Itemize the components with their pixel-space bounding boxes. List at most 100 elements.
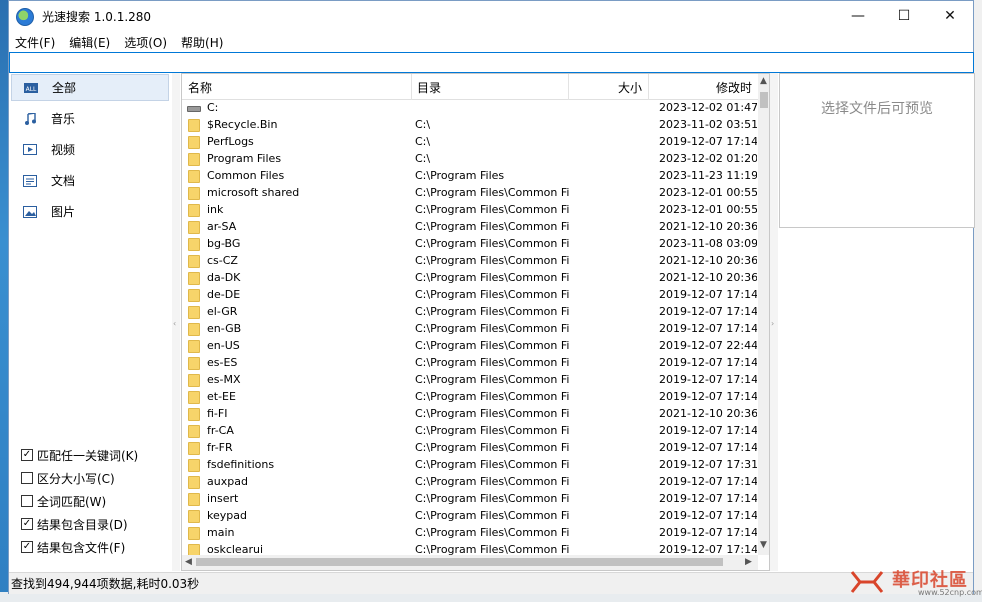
- category-all[interactable]: ALL 全部: [11, 74, 169, 101]
- table-row[interactable]: $Recycle.Bin C:\ 2023-11-02 03:51:3: [182, 117, 758, 134]
- table-row[interactable]: el-GR C:\Program Files\Common Fil... 2019-…: [182, 304, 758, 321]
- option-label: 区分大小写(C): [37, 471, 115, 486]
- image-icon: [23, 205, 37, 218]
- table-row[interactable]: bg-BG C:\Program Files\Common Fil... 2023-…: [182, 236, 758, 253]
- row-modified: 2021-12-10 20:36:0: [659, 220, 757, 233]
- row-modified: 2021-12-10 20:36:0: [659, 407, 757, 420]
- scroll-thumb[interactable]: [760, 92, 768, 108]
- row-directory: C:\Program Files\Common Fil...: [415, 305, 570, 318]
- row-name: el-GR: [207, 305, 238, 318]
- title-bar[interactable]: 光速搜索 1.0.1.280 — ☐ ✕: [9, 1, 973, 32]
- option-label: 结果包含目录(D): [37, 517, 128, 532]
- maximize-button[interactable]: ☐: [881, 1, 927, 31]
- table-row[interactable]: fr-FR C:\Program Files\Common Fil... 2019-…: [182, 440, 758, 457]
- row-name: fr-FR: [207, 441, 233, 454]
- category-image[interactable]: 图片: [11, 198, 169, 225]
- table-row[interactable]: C: 2023-12-02 01:47:3: [182, 100, 758, 117]
- vertical-scrollbar[interactable]: ▲ ▼: [758, 74, 769, 555]
- option-include-directories[interactable]: ✓ 结果包含目录(D): [21, 516, 128, 532]
- option-whole-word[interactable]: 全词匹配(W): [21, 493, 106, 509]
- menu-file[interactable]: 文件(F): [9, 34, 62, 51]
- row-directory: C:\Program Files\Common Fil...: [415, 475, 570, 488]
- close-button[interactable]: ✕: [927, 1, 973, 31]
- category-video[interactable]: 视频: [11, 136, 169, 163]
- all-icon: ALL: [24, 82, 38, 94]
- right-splitter[interactable]: ›: [770, 73, 778, 571]
- table-row[interactable]: fr-CA C:\Program Files\Common Fil... 2019-…: [182, 423, 758, 440]
- option-label: 全词匹配(W): [37, 494, 107, 509]
- table-row[interactable]: main C:\Program Files\Common Fil... 2019-1…: [182, 525, 758, 542]
- table-row[interactable]: fi-FI C:\Program Files\Common Fil... 2021-…: [182, 406, 758, 423]
- menu-help[interactable]: 帮助(H): [174, 34, 230, 51]
- scroll-right-icon[interactable]: ▶: [745, 557, 752, 567]
- table-row[interactable]: es-ES C:\Program Files\Common Fil... 2019-…: [182, 355, 758, 372]
- table-row[interactable]: keypad C:\Program Files\Common Fil... 2019…: [182, 508, 758, 525]
- checkbox-unchecked[interactable]: [21, 495, 33, 507]
- row-directory: C:\Program Files\Common Fil...: [415, 356, 570, 369]
- search-input[interactable]: [10, 53, 973, 72]
- horizontal-scrollbar[interactable]: ◀ ▶: [182, 555, 758, 570]
- option-case-sensitive[interactable]: 区分大小写(C): [21, 470, 115, 486]
- row-name: cs-CZ: [207, 254, 238, 267]
- table-row[interactable]: en-GB C:\Program Files\Common Fil... 2019-…: [182, 321, 758, 338]
- column-header-modified[interactable]: 修改时: [649, 74, 758, 100]
- category-label: 文档: [51, 174, 76, 188]
- row-modified: 2019-12-07 17:14:5: [659, 526, 757, 539]
- row-directory: C:\Program Files\Common Fil...: [415, 407, 570, 420]
- folder-icon: [188, 136, 200, 149]
- table-row[interactable]: Common Files C:\Program Files 2023-11-23 1…: [182, 168, 758, 185]
- preview-placeholder: 选择文件后可预览: [821, 101, 933, 117]
- folder-icon: [188, 374, 200, 387]
- table-row[interactable]: et-EE C:\Program Files\Common Fil... 2019-…: [182, 389, 758, 406]
- menu-options[interactable]: 选项(O): [117, 34, 174, 51]
- checkbox-checked[interactable]: ✓: [21, 518, 33, 530]
- left-splitter[interactable]: ‹: [172, 73, 180, 571]
- row-directory: C:\: [415, 135, 431, 148]
- row-modified: 2023-11-08 03:09:: [659, 237, 757, 250]
- folder-icon: [188, 289, 200, 302]
- app-logo-icon: [16, 7, 34, 26]
- column-header-directory[interactable]: 目录: [412, 74, 569, 100]
- column-header-size[interactable]: 大小: [569, 74, 649, 100]
- table-row[interactable]: cs-CZ C:\Program Files\Common Fil... 2021-…: [182, 253, 758, 270]
- checkbox-checked[interactable]: ✓: [21, 449, 33, 461]
- folder-icon: [188, 170, 200, 183]
- checkbox-checked[interactable]: ✓: [21, 541, 33, 553]
- scroll-thumb[interactable]: [196, 558, 723, 566]
- row-name: C:: [207, 101, 219, 114]
- scroll-left-icon[interactable]: ◀: [185, 557, 192, 567]
- column-header-name[interactable]: 名称: [182, 74, 412, 100]
- table-row[interactable]: es-MX C:\Program Files\Common Fil... 2019-…: [182, 372, 758, 389]
- menu-edit[interactable]: 编辑(E): [62, 34, 117, 51]
- chevron-right-icon: ›: [771, 319, 775, 328]
- row-name: $Recycle.Bin: [207, 118, 278, 131]
- folder-icon: [188, 238, 200, 251]
- scroll-down-icon[interactable]: ▼: [760, 540, 767, 550]
- row-modified: 2019-12-07 17:14:5: [659, 441, 757, 454]
- table-row[interactable]: en-US C:\Program Files\Common Fil... 2019-…: [182, 338, 758, 355]
- category-panel: ALL 全部 音乐 视频 文档 图片 ✓ 匹配任一关键词(K) 区分大小写(C) …: [9, 73, 180, 571]
- table-row[interactable]: ink C:\Program Files\Common Fil... 2023-12…: [182, 202, 758, 219]
- minimize-button[interactable]: —: [835, 1, 881, 31]
- table-row[interactable]: microsoft shared C:\Program Files\Common …: [182, 185, 758, 202]
- checkbox-unchecked[interactable]: [21, 472, 33, 484]
- folder-icon: [188, 153, 200, 166]
- table-row[interactable]: da-DK C:\Program Files\Common Fil... 2021-…: [182, 270, 758, 287]
- row-name: bg-BG: [207, 237, 241, 250]
- table-row[interactable]: insert C:\Program Files\Common Fil... 2019…: [182, 491, 758, 508]
- category-document[interactable]: 文档: [11, 167, 169, 194]
- table-row[interactable]: fsdefinitions C:\Program Files\Common Fil…: [182, 457, 758, 474]
- scroll-up-icon[interactable]: ▲: [760, 76, 767, 86]
- row-modified: 2019-12-07 22:44:3: [659, 339, 757, 352]
- search-box: [9, 52, 974, 73]
- option-include-files[interactable]: ✓ 结果包含文件(F): [21, 539, 125, 555]
- table-row[interactable]: PerfLogs C:\ 2019-12-07 17:14:5: [182, 134, 758, 151]
- option-match-any-keyword[interactable]: ✓ 匹配任一关键词(K): [21, 447, 138, 463]
- row-modified: 2023-12-01 00:55:: [659, 203, 757, 216]
- category-music[interactable]: 音乐: [11, 105, 169, 132]
- table-row[interactable]: Program Files C:\ 2023-12-02 01:20:: [182, 151, 758, 168]
- table-row[interactable]: auxpad C:\Program Files\Common Fil... 2019…: [182, 474, 758, 491]
- table-row[interactable]: de-DE C:\Program Files\Common Fil... 2019-…: [182, 287, 758, 304]
- table-row[interactable]: ar-SA C:\Program Files\Common Fil... 2021-…: [182, 219, 758, 236]
- folder-icon: [188, 340, 200, 353]
